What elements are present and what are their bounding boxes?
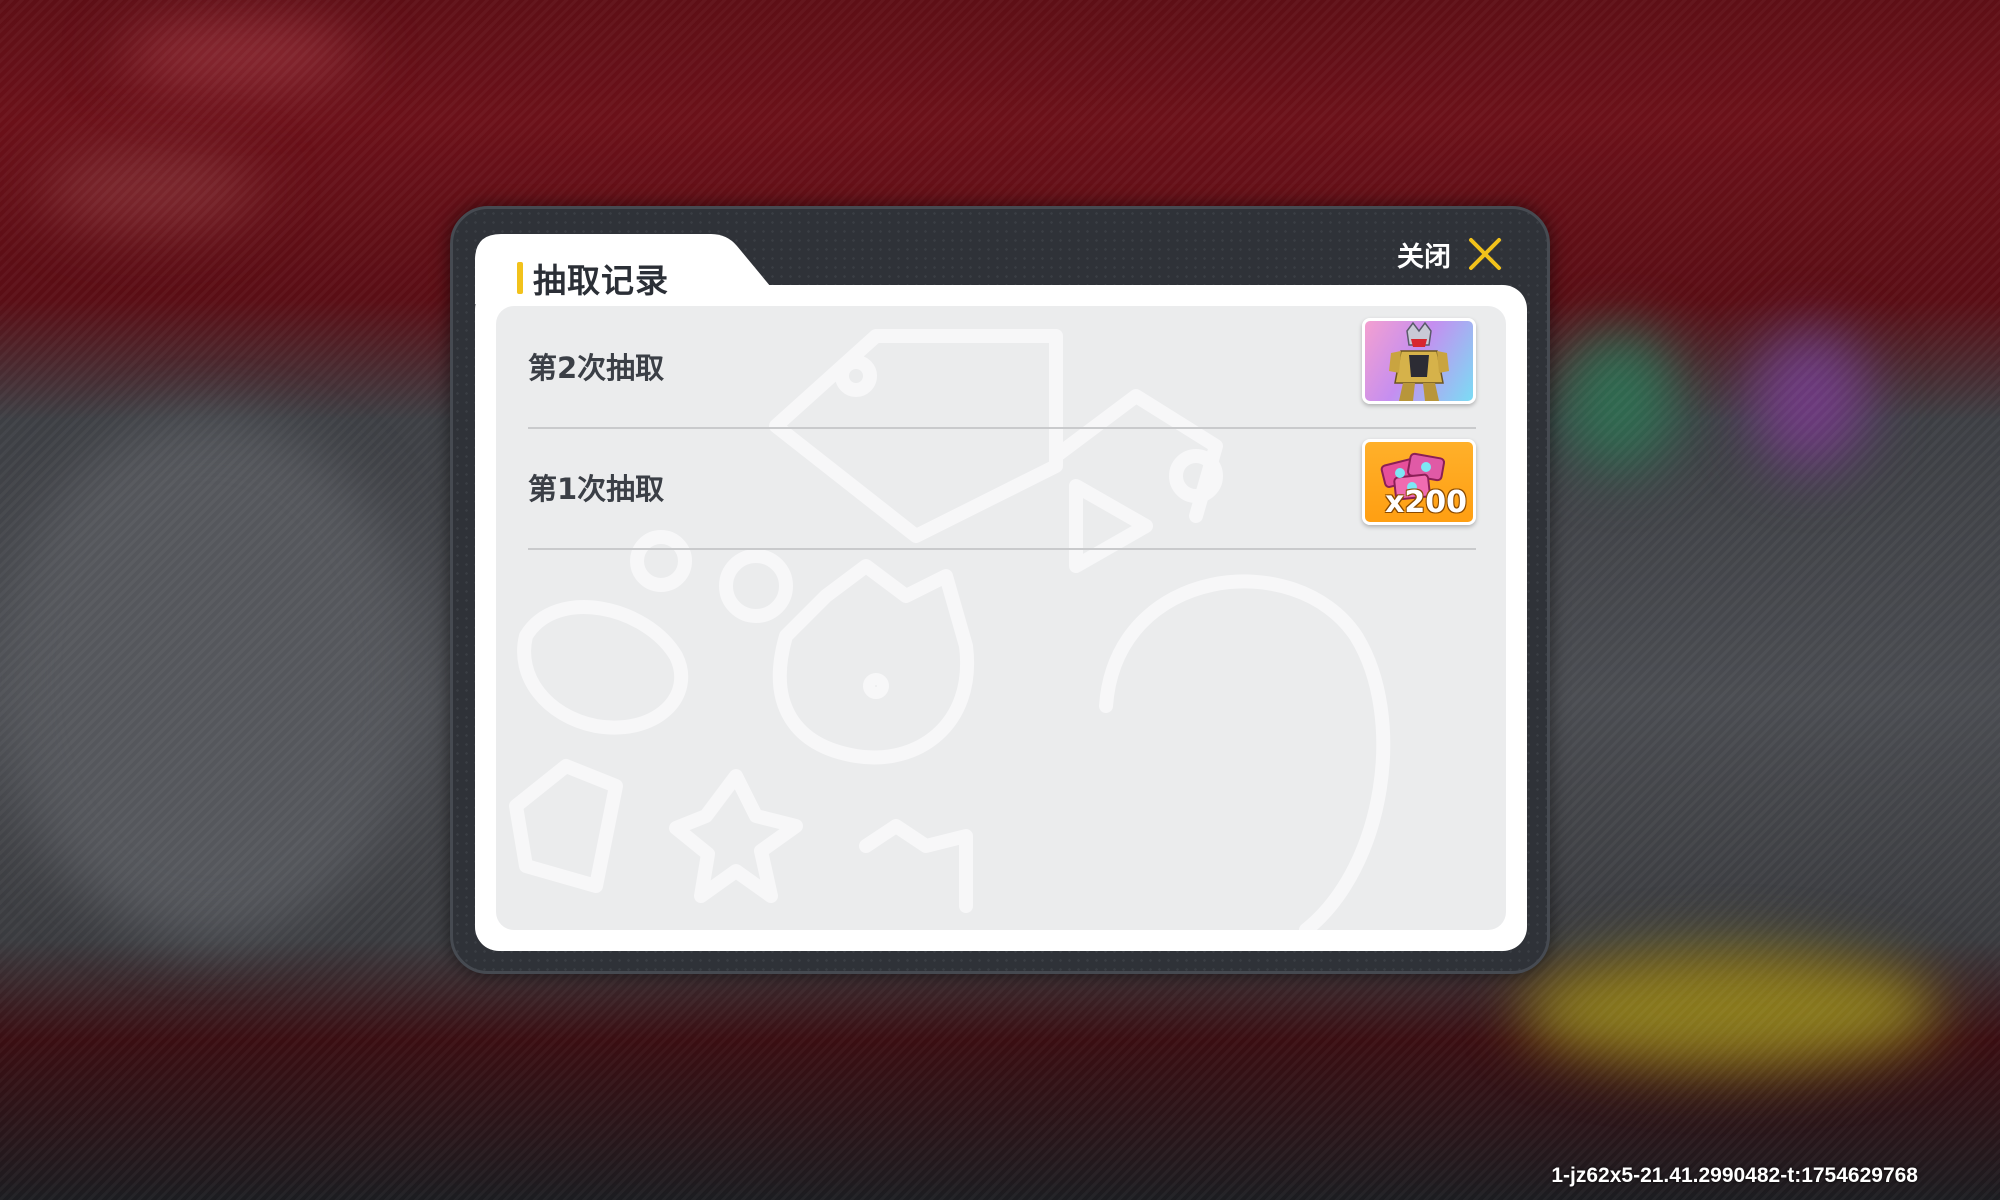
record-row: 第2次抽取 — [528, 306, 1476, 429]
close-label: 关闭 — [1397, 241, 1451, 273]
record-label: 第2次抽取 — [528, 351, 665, 385]
record-row: 第1次抽取 x200 — [528, 427, 1476, 550]
close-button[interactable]: 关闭 — [1397, 229, 1505, 279]
character-skin-illustration — [1389, 321, 1449, 401]
close-icon — [1469, 238, 1501, 270]
dialog-title: 抽取记录 — [533, 261, 669, 300]
character-skin-icon[interactable] — [1362, 318, 1476, 404]
reward-quantity: x200 — [1385, 485, 1467, 520]
draw-record-dialog: 关闭 第2次抽取 第1次抽取 x200 抽取记录 — [450, 206, 1550, 974]
title-tab: 抽取记录 — [475, 234, 785, 304]
record-list[interactable]: 第2次抽取 第1次抽取 x200 — [496, 306, 1506, 930]
record-label: 第1次抽取 — [528, 472, 665, 506]
tab-accent-marker — [517, 262, 523, 294]
gem-bundle-icon[interactable]: x200 — [1362, 439, 1476, 525]
record-panel: 第2次抽取 第1次抽取 x200 — [475, 285, 1527, 951]
build-info-text: 1-jz62x5-21.41.2990482-t:1754629768 — [1551, 1164, 1918, 1187]
